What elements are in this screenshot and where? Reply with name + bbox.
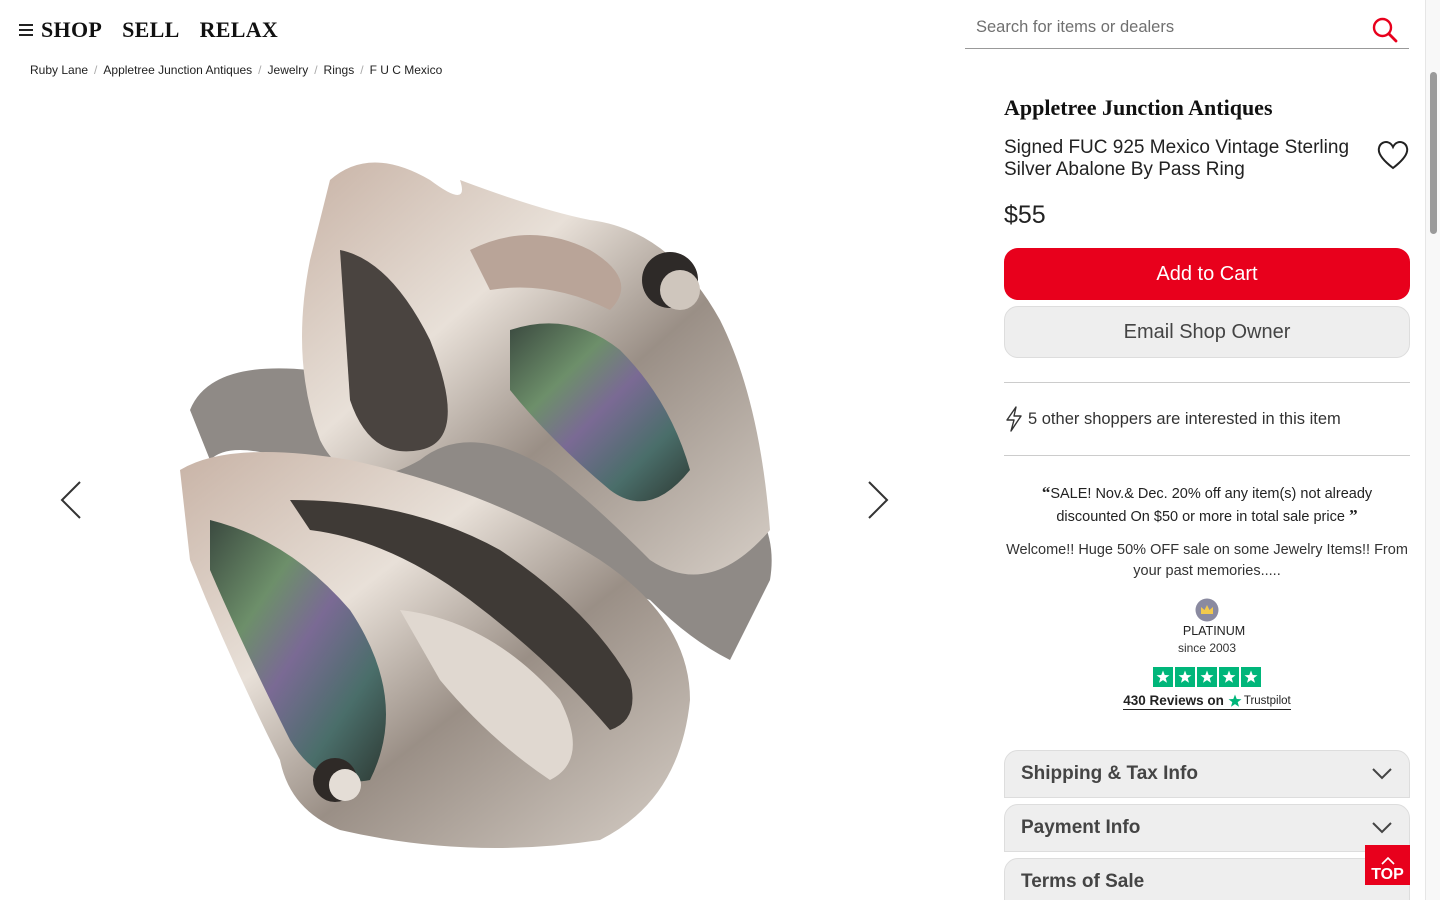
accordion-payment-info[interactable]: Payment Info — [1004, 804, 1410, 852]
lightning-bolt-icon — [1006, 406, 1022, 432]
back-to-top-button[interactable]: TOP — [1365, 845, 1410, 885]
trustpilot-label: Trustpilot — [1243, 694, 1291, 707]
star-icon — [1175, 667, 1195, 687]
interest-text: 5 other shoppers are interested in this … — [1028, 409, 1341, 428]
search-input[interactable] — [976, 18, 1356, 37]
trustpilot-logo: Trustpilot — [1228, 694, 1291, 708]
star-icon — [1197, 667, 1217, 687]
chevron-down-icon — [1372, 822, 1392, 834]
breadcrumb-separator: / — [258, 63, 262, 77]
breadcrumb: Ruby Lane / Appletree Junction Antiques … — [30, 63, 442, 77]
breadcrumb-fuc-mexico[interactable]: F U C Mexico — [370, 63, 443, 77]
sale-text: SALE! Nov.& Dec. 20% off any item(s) not… — [1050, 486, 1373, 525]
chevron-up-icon — [1380, 856, 1395, 865]
site-header: SHOP SELL RELAX — [0, 0, 1425, 62]
star-icon — [1219, 667, 1239, 687]
crown-icon — [1195, 598, 1219, 622]
page-scrollbar[interactable] — [1425, 0, 1440, 900]
hamburger-menu-icon[interactable] — [19, 24, 33, 36]
nav-shop[interactable]: SHOP — [41, 17, 102, 43]
star-icon — [1153, 667, 1173, 687]
breadcrumb-separator: / — [314, 63, 318, 77]
breadcrumb-rings[interactable]: Rings — [324, 63, 355, 77]
top-label: TOP — [1371, 866, 1404, 883]
product-image[interactable] — [170, 140, 780, 860]
divider — [1004, 455, 1410, 456]
breadcrumb-ruby-lane[interactable]: Ruby Lane — [30, 63, 88, 77]
previous-image-arrow-icon[interactable] — [58, 480, 84, 520]
chevron-down-icon — [1372, 768, 1392, 780]
trustpilot-star-icon — [1228, 694, 1242, 707]
nav-sell[interactable]: SELL — [122, 17, 179, 43]
accordion-shipping-tax[interactable]: Shipping & Tax Info — [1004, 750, 1410, 798]
reviews-count: 430 Reviews on — [1123, 693, 1224, 708]
product-info-panel: Appletree Junction Antiques Signed FUC 9… — [1004, 95, 1410, 900]
interest-notice: 5 other shoppers are interested in this … — [1004, 383, 1410, 455]
title-row: Signed FUC 925 Mexico Vintage Sterling S… — [1004, 137, 1410, 181]
close-quote-icon: ” — [1344, 506, 1358, 525]
platinum-badge: PLATINUM since 2003 430 Reviews on Trust… — [1004, 598, 1410, 710]
tier-label: PLATINUM — [1182, 624, 1246, 638]
add-to-cart-button[interactable]: Add to Cart — [1004, 248, 1410, 300]
search-icon[interactable] — [1371, 16, 1399, 44]
member-since: since 2003 — [1177, 641, 1237, 655]
accordion-label: Terms of Sale — [1021, 871, 1145, 892]
accordion-terms-of-sale[interactable]: Terms of Sale — [1004, 858, 1410, 900]
trustpilot-reviews-link[interactable]: 430 Reviews on Trustpilot — [1123, 693, 1291, 710]
item-price: $55 — [1004, 201, 1046, 229]
breadcrumb-separator: / — [94, 63, 98, 77]
email-shop-owner-button[interactable]: Email Shop Owner — [1004, 306, 1410, 358]
accordion-label: Payment Info — [1021, 817, 1141, 838]
nav-relax[interactable]: RELAX — [200, 17, 279, 43]
item-title: Signed FUC 925 Mexico Vintage Sterling S… — [1004, 137, 1350, 180]
favorite-heart-icon[interactable] — [1376, 139, 1410, 171]
shop-sale-message: “SALE! Nov.& Dec. 20% off any item(s) no… — [1004, 482, 1410, 528]
star-icon — [1241, 667, 1261, 687]
accordion-label: Shipping & Tax Info — [1021, 763, 1198, 784]
trustpilot-stars — [1153, 667, 1261, 687]
breadcrumb-jewelry[interactable]: Jewelry — [268, 63, 309, 77]
breadcrumb-separator: / — [360, 63, 364, 77]
next-image-arrow-icon[interactable] — [865, 480, 891, 520]
shop-welcome-message: Welcome!! Huge 50% OFF sale on some Jewe… — [1006, 542, 1408, 579]
scrollbar-thumb[interactable] — [1430, 72, 1437, 234]
shop-name-link[interactable]: Appletree Junction Antiques — [1004, 95, 1410, 121]
main-nav: SHOP SELL RELAX — [41, 17, 278, 43]
breadcrumb-shop[interactable]: Appletree Junction Antiques — [103, 63, 252, 77]
search-bar — [965, 10, 1409, 49]
